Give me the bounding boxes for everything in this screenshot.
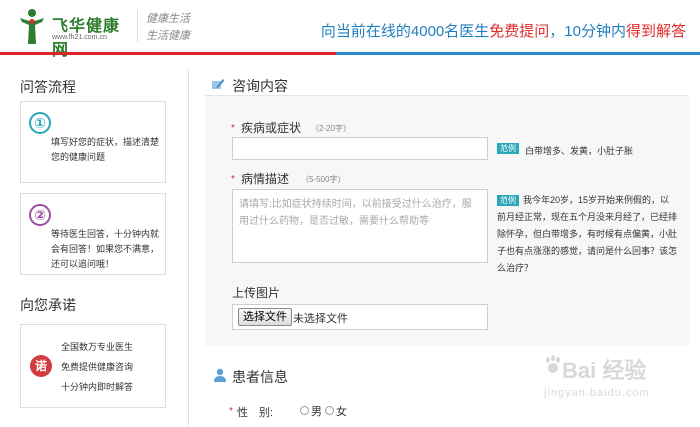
consult-edit-icon <box>212 79 225 89</box>
banner-highlight-1: 免费提问 <box>489 23 550 40</box>
promise-heading: 向您承诺 <box>20 297 76 313</box>
description-hint: （5-500字） <box>301 175 346 184</box>
gender-male-radio[interactable] <box>300 406 309 415</box>
required-marker: * <box>229 406 233 417</box>
site-logo[interactable]: 飞华健康网 www.fh21.com.cn <box>18 8 136 59</box>
promise-card: 诺 全国数万专业医生 免费提供健康咨询 十分钟内即时解答 <box>20 324 166 408</box>
promise-line-2: 免费提供健康咨询 <box>61 362 134 372</box>
patient-section-title: 患者信息 <box>232 369 288 385</box>
step-number-2: ② <box>29 204 51 226</box>
site-header: 飞华健康网 www.fh21.com.cn 健康生活 生活健康 向当前在线的40… <box>0 0 700 59</box>
header-banner: 向当前在线的4000名医生免费提问，10分钟内得到解答 <box>321 20 686 41</box>
logo-figure-icon <box>20 9 44 44</box>
consult-section-title: 咨询内容 <box>232 78 288 94</box>
banner-text-2: ，10分钟内 <box>549 23 626 40</box>
process-heading: 问答流程 <box>20 79 76 95</box>
upload-label: 上传图片 <box>232 286 281 300</box>
promise-line-1: 全国数万专业医生 <box>61 342 134 352</box>
file-upload-field: 选择文件 未选择文件 <box>232 304 488 330</box>
baidu-jingyan-watermark: Bai 经验 jingyan.baidu.com <box>544 353 694 413</box>
required-marker: * <box>231 123 235 134</box>
description-textarea[interactable]: 请填写:比如症状持续时间，以前接受过什么治疗，服用过什么药物，是否过敏，需要什么… <box>232 189 488 263</box>
sidebar-divider <box>188 70 189 427</box>
patient-user-icon <box>214 368 226 382</box>
sidebar: 问答流程 ① 填写好您的症状，描述清楚您的健康问题 ② 等待医生回答，十分钟内就… <box>0 55 188 427</box>
gender-female-label[interactable]: 女 <box>336 403 347 419</box>
choose-file-button[interactable]: 选择文件 <box>238 308 292 326</box>
slogan-line-1: 健康生活 <box>146 12 190 25</box>
promise-line-3: 十分钟内即时解答 <box>61 382 134 392</box>
step-text-1: 填写好您的症状，描述清楚您的健康问题 <box>51 137 160 162</box>
slogan: 健康生活 生活健康 <box>146 10 198 44</box>
slogan-line-2: 生活健康 <box>146 29 190 42</box>
step-number-1: ① <box>29 112 51 134</box>
watermark-url: jingyan.baidu.com <box>544 387 650 399</box>
gender-label: 性 别: <box>237 407 274 419</box>
header-divider <box>137 10 138 42</box>
disease-hint: （2-20字） <box>311 124 352 133</box>
step-card-2: ② 等待医生回答，十分钟内就会有回答！如果您不满意，还可以追问哦！ <box>20 193 166 275</box>
step-text-2: 等待医生回答，十分钟内就会有回答！如果您不满意，还可以追问哦！ <box>51 229 160 269</box>
disease-input[interactable] <box>232 137 488 160</box>
disease-example: 白带增多、发黄，小肚子胀 <box>525 146 634 156</box>
file-status: 未选择文件 <box>293 313 348 325</box>
description-label: 病情描述 <box>241 172 290 186</box>
banner-text-1: 向当前在线的4000名医生 <box>320 23 490 40</box>
promise-seal-icon: 诺 <box>30 355 52 377</box>
description-example: 我今年20岁，15岁开始来例假的，以前月经正常，现在五个月没来月经了，已经排除怀… <box>497 195 678 273</box>
required-marker: * <box>231 174 235 185</box>
disease-label: 疾病或症状 <box>241 121 302 135</box>
gender-male-label[interactable]: 男 <box>311 403 322 419</box>
gender-female-radio[interactable] <box>325 406 334 415</box>
banner-highlight-2: 得到解答 <box>625 23 686 40</box>
watermark-main: Bai 经验 <box>562 358 647 383</box>
logo-url: www.fh21.com.cn <box>52 34 107 41</box>
baidu-paw-icon <box>546 355 560 373</box>
example-tag: 范例 <box>497 143 519 154</box>
step-card-1: ① 填写好您的症状，描述清楚您的健康问题 <box>20 101 166 183</box>
